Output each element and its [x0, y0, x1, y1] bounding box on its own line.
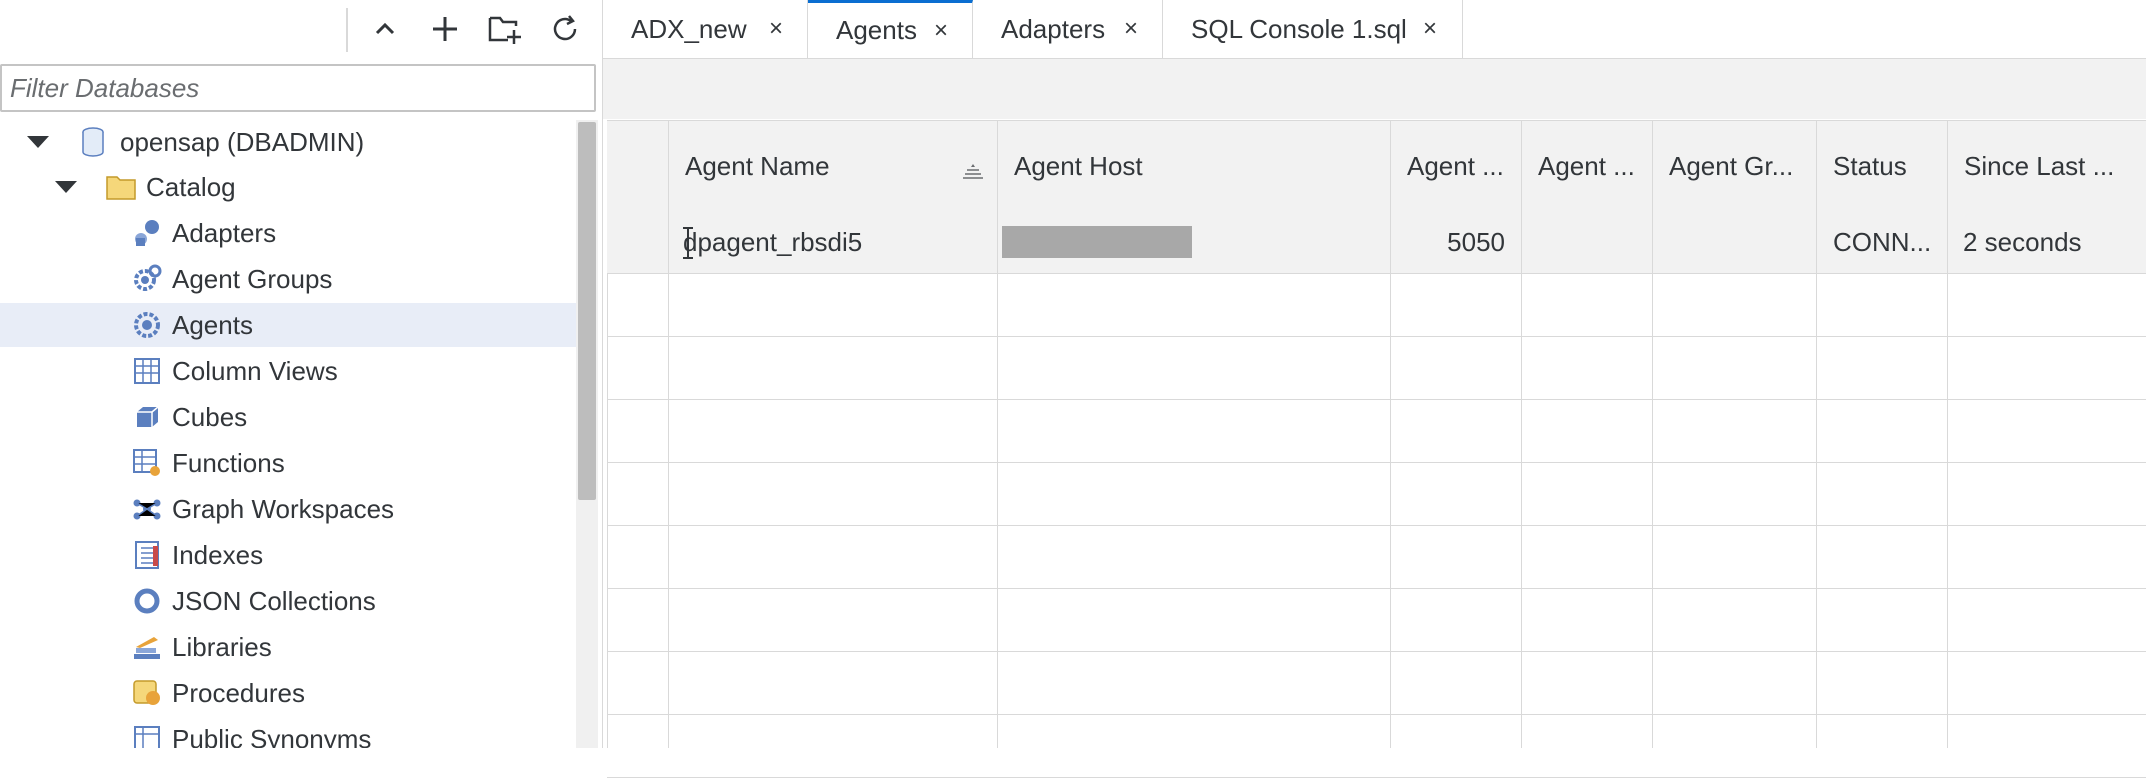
tree-item-procedures[interactable]: Procedures: [0, 671, 576, 715]
cell-agent-name[interactable]: dpagent_rbsdi5: [669, 211, 998, 273]
tree-item-agents[interactable]: Agents: [0, 303, 576, 347]
database-tree: opensap (DBADMIN) Catalog Adapters Agent…: [0, 120, 576, 748]
gears-icon: [132, 264, 162, 294]
editor-tab-bar: ADX_new × Agents × Adapters × SQL Consol…: [603, 0, 2146, 59]
cell-agent-host[interactable]: [998, 211, 1391, 273]
filter-databases-input[interactable]: [0, 64, 596, 112]
empty-table-row: [607, 715, 2146, 778]
column-header-since-last[interactable]: Since Last ...: [1948, 121, 2146, 211]
index-icon: [132, 540, 162, 570]
tree-item-public-synonyms[interactable]: Public Synonyms: [0, 717, 576, 748]
empty-table-row: [607, 400, 2146, 463]
column-header-status[interactable]: Status: [1817, 121, 1948, 211]
editor-toolbar: [603, 59, 2146, 119]
tree-item-functions[interactable]: Functions: [0, 441, 576, 485]
tab-label: Adapters: [1001, 13, 1106, 44]
tree-scrollbar-thumb[interactable]: [578, 122, 596, 500]
redacted-host-block: [1002, 226, 1192, 258]
add-database-button[interactable]: [422, 6, 468, 52]
tab-adapters[interactable]: Adapters ×: [973, 0, 1163, 58]
tab-label: SQL Console 1.sql: [1191, 13, 1407, 44]
tab-label: ADX_new: [631, 13, 747, 44]
close-icon[interactable]: ×: [1423, 15, 1437, 43]
sort-icon: [963, 155, 983, 186]
gear-icon: [132, 310, 162, 340]
row-selector[interactable]: [607, 211, 669, 273]
folder-icon: [106, 172, 136, 202]
tab-adx-new[interactable]: ADX_new ×: [603, 0, 808, 58]
table-icon: [132, 356, 162, 386]
column-header-agent-port[interactable]: Agent ...: [1391, 121, 1522, 211]
close-icon[interactable]: ×: [1124, 15, 1138, 43]
empty-table-row: [607, 274, 2146, 337]
tree-item-adapters[interactable]: Adapters: [0, 211, 576, 255]
folder-add-icon: [488, 14, 522, 44]
caret-down-icon[interactable]: [54, 175, 78, 199]
collapse-all-button[interactable]: [362, 6, 408, 52]
editor-area: ADX_new × Agents × Adapters × SQL Consol…: [603, 0, 2146, 778]
add-folder-button[interactable]: [482, 6, 528, 52]
agents-table: Agent Name Agent Host Agent ... Agent ..…: [603, 120, 2146, 778]
column-header-agent-name[interactable]: Agent Name: [669, 121, 998, 211]
empty-table-row: [607, 337, 2146, 400]
text-cursor-icon: [681, 226, 695, 265]
database-icon: [78, 127, 108, 157]
procedure-icon: [132, 678, 162, 708]
plus-icon: [430, 14, 460, 44]
tree-item-json-collections[interactable]: JSON Collections: [0, 579, 576, 623]
tree-node-opensap[interactable]: opensap (DBADMIN): [0, 120, 576, 164]
library-books-icon: [132, 632, 162, 662]
refresh-button[interactable]: [542, 6, 588, 52]
database-explorer-panel: opensap (DBADMIN) Catalog Adapters Agent…: [0, 0, 603, 748]
empty-table-row: [607, 589, 2146, 652]
toolbar-separator: [346, 8, 348, 52]
tree-item-column-views[interactable]: Column Views: [0, 349, 576, 393]
tree-node-label: Catalog: [146, 171, 236, 202]
tree-item-libraries[interactable]: Libraries: [0, 625, 576, 669]
cell-status[interactable]: CONN...: [1817, 211, 1948, 273]
close-icon[interactable]: ×: [934, 17, 948, 45]
close-icon[interactable]: ×: [769, 15, 783, 43]
chevron-up-icon: [371, 15, 399, 43]
column-header-agent-group[interactable]: Agent Gr...: [1653, 121, 1817, 211]
column-header-agent-host[interactable]: Agent Host: [998, 121, 1391, 211]
json-collection-icon: [132, 586, 162, 616]
refresh-icon: [549, 13, 581, 45]
cell-agent-col4[interactable]: [1522, 211, 1653, 273]
graph-icon: [132, 494, 162, 524]
cell-agent-port[interactable]: 5050: [1391, 211, 1522, 273]
empty-table-row: [607, 463, 2146, 526]
row-selector-header[interactable]: [607, 121, 669, 211]
tree-node-label: opensap (DBADMIN): [120, 126, 365, 157]
tree-node-catalog[interactable]: Catalog: [0, 165, 576, 209]
tree-item-cubes[interactable]: Cubes: [0, 395, 576, 439]
tab-sql-console-1[interactable]: SQL Console 1.sql ×: [1163, 0, 1463, 58]
explorer-toolbar: [0, 0, 602, 58]
table-header: Agent Name Agent Host Agent ... Agent ..…: [607, 120, 2146, 212]
tree-item-graph-workspaces[interactable]: Graph Workspaces: [0, 487, 576, 531]
tree-item-agent-groups[interactable]: Agent Groups: [0, 257, 576, 301]
empty-table-row: [607, 652, 2146, 715]
cell-agent-group[interactable]: [1653, 211, 1817, 273]
synonym-table-icon: [132, 724, 162, 748]
tab-agents[interactable]: Agents ×: [808, 0, 973, 58]
adapter-icon: [132, 218, 162, 248]
empty-table-row: [607, 526, 2146, 589]
tab-label: Agents: [836, 15, 917, 45]
function-table-icon: [132, 448, 162, 478]
column-header-agent-col4[interactable]: Agent ...: [1522, 121, 1653, 211]
table-row[interactable]: dpagent_rbsdi5 5050 CONN... 2 seconds: [607, 211, 2146, 274]
caret-down-icon[interactable]: [26, 130, 50, 154]
cube-icon: [132, 402, 162, 432]
cell-since-last[interactable]: 2 seconds: [1948, 211, 2146, 273]
tree-item-indexes[interactable]: Indexes: [0, 533, 576, 577]
